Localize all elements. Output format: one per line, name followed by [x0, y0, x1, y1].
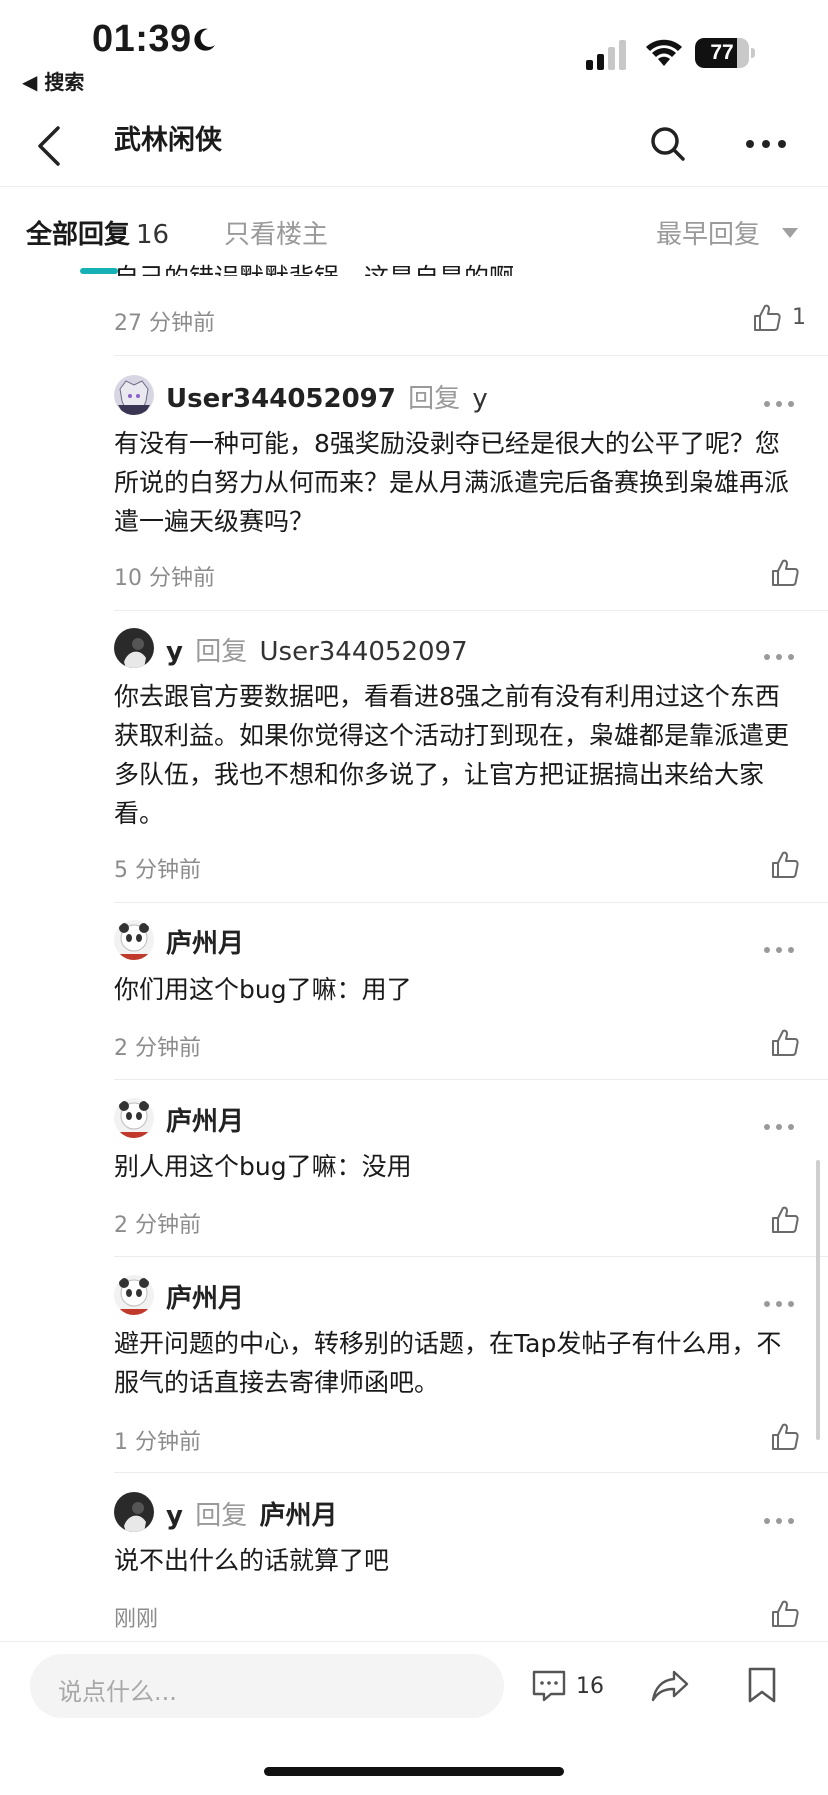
- page-title: 武林闲侠: [114, 125, 222, 156]
- reply-header: y 回复 庐州月: [166, 1495, 338, 1532]
- search-icon[interactable]: [648, 124, 688, 164]
- wifi-icon: [646, 39, 682, 66]
- comment-more-icon[interactable]: [762, 652, 796, 662]
- reply-verb: 回复: [408, 384, 461, 414]
- tab-all-count: 16: [136, 220, 170, 250]
- reply-target-user[interactable]: 庐州月: [260, 1501, 338, 1531]
- reply-username[interactable]: 庐州月: [166, 929, 244, 959]
- like-count: 1: [792, 305, 806, 330]
- reply-username[interactable]: y: [166, 1501, 183, 1531]
- panda-avatar[interactable]: [114, 1098, 154, 1138]
- reply-text: 有没有一种可能，8强奖励没剥夺已经是很大的公平了呢？您所说的白努力从何而来？是从…: [114, 429, 790, 536]
- anime-avatar[interactable]: [114, 375, 154, 415]
- moon-icon: [194, 28, 215, 51]
- sort-dropdown[interactable]: 最早回复: [656, 214, 760, 251]
- more-options-icon[interactable]: [744, 130, 788, 158]
- comment-more-icon[interactable]: [762, 399, 796, 409]
- comment-count: 16: [576, 1674, 604, 1699]
- reply-time: 1 分钟前: [114, 1430, 201, 1455]
- comment-time: 27 分钟前: [114, 311, 215, 336]
- bookmark-icon[interactable]: [747, 1666, 777, 1704]
- thumbs-up-icon[interactable]: [770, 850, 800, 880]
- reply-time: 2 分钟前: [114, 1036, 201, 1061]
- tab-all-label: 全部回复: [26, 220, 131, 250]
- reply-header: 庐州月: [166, 1101, 244, 1138]
- reply-username[interactable]: 庐州月: [166, 1107, 244, 1137]
- reply-time: 刚刚: [114, 1607, 159, 1632]
- tab-op-only[interactable]: 只看楼主: [224, 214, 328, 251]
- reply-divider: [114, 902, 828, 903]
- reply-header: 庐州月: [166, 923, 244, 960]
- thumbs-up-icon[interactable]: [770, 558, 800, 588]
- reply-divider: [114, 1472, 828, 1473]
- comment-more-icon[interactable]: [762, 1299, 796, 1309]
- reply-time: 10 分钟前: [114, 566, 215, 591]
- reply-text: 说不出什么的话就算了吧: [114, 1546, 390, 1575]
- home-indicator[interactable]: [264, 1767, 564, 1776]
- reply-username[interactable]: y: [166, 637, 183, 667]
- reply-text: 避开问题的中心，转移别的话题，在Tap发帖子有什么用，不服气的话直接去寄律师函吧…: [114, 1329, 782, 1397]
- reply-target-user[interactable]: y: [472, 384, 487, 414]
- reply-header: y 回复 User344052097: [166, 631, 468, 668]
- reply-header: 庐州月: [166, 1278, 244, 1315]
- reply-header: User344052097 回复 y: [166, 378, 488, 415]
- reply-divider: [114, 355, 828, 356]
- comment-more-icon[interactable]: [762, 1122, 796, 1132]
- back-to-search-link[interactable]: ◀ 搜索: [22, 66, 84, 95]
- dark-avatar[interactable]: [114, 628, 154, 668]
- back-arrow-icon[interactable]: [34, 124, 64, 168]
- reply-text: 你们用这个bug了嘛：用了: [114, 975, 412, 1004]
- caret-down-icon[interactable]: [782, 228, 798, 238]
- reply-text: 别人用这个bug了嘛：没用: [114, 1152, 412, 1181]
- reply-text: 你去跟官方要数据吧，看看进8强之前有没有利用过这个东西获取利益。如果你觉得这个活…: [114, 682, 790, 828]
- comment-icon[interactable]: [531, 1668, 567, 1704]
- tab-all-replies[interactable]: 全部回复 16: [26, 214, 169, 251]
- share-icon[interactable]: [650, 1668, 690, 1704]
- reply-verb: 回复: [195, 637, 248, 667]
- reply-target-user[interactable]: User344052097: [260, 637, 468, 667]
- comment-input-placeholder[interactable]: 说点什么...: [58, 1672, 177, 1707]
- dark-avatar[interactable]: [114, 1492, 154, 1532]
- thumbs-up-icon[interactable]: [752, 303, 782, 333]
- panda-avatar[interactable]: [114, 920, 154, 960]
- thumbs-up-icon[interactable]: [770, 1422, 800, 1452]
- reply-username[interactable]: 庐州月: [166, 1284, 244, 1314]
- thumbs-up-icon[interactable]: [770, 1028, 800, 1058]
- battery-icon: 77: [695, 38, 755, 70]
- thumbs-up-icon[interactable]: [770, 1599, 800, 1629]
- thumbs-up-icon[interactable]: [770, 1205, 800, 1235]
- status-time: 01:39: [92, 18, 192, 60]
- nav-divider: [0, 186, 828, 187]
- comment-more-icon[interactable]: [762, 945, 796, 955]
- reply-time: 2 分钟前: [114, 1213, 201, 1238]
- reply-username[interactable]: User344052097: [166, 384, 396, 414]
- active-tab-indicator: [80, 268, 118, 274]
- scrollbar[interactable]: [816, 1160, 820, 1440]
- reply-divider: [114, 1256, 828, 1257]
- reply-divider: [114, 1079, 828, 1080]
- reply-verb: 回复: [195, 1501, 248, 1531]
- panda-avatar[interactable]: [114, 1275, 154, 1315]
- reply-divider: [114, 610, 828, 611]
- comment-text-partial: 自己的错误默默背锅，这是自是的啊。: [114, 260, 539, 276]
- bottom-bar-divider: [0, 1641, 828, 1642]
- comment-more-icon[interactable]: [762, 1516, 796, 1526]
- reply-time: 5 分钟前: [114, 858, 201, 883]
- cellular-signal-icon: [586, 40, 626, 70]
